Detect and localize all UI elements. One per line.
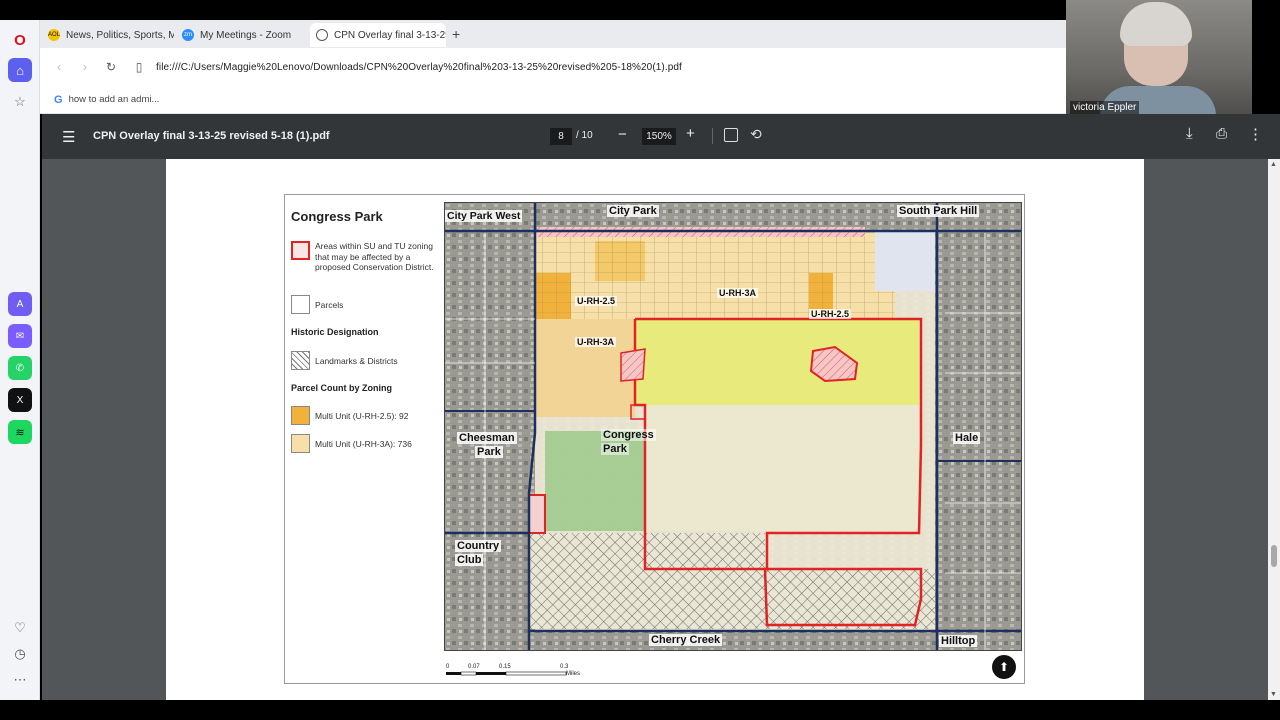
pdf-title: CPN Overlay final 3-13-25 revised 5-18 (…	[93, 130, 330, 142]
scale-bar: 0 0.07 0.15 0.3 Miles	[446, 664, 596, 685]
whatsapp-icon[interactable]: ✆	[8, 356, 32, 380]
label-city-park-west: City Park West	[445, 210, 523, 222]
zoom-icon: zm	[182, 29, 194, 41]
legend-heading: Historic Designation	[291, 327, 379, 337]
url-field[interactable]: file:///C:/Users/Maggie%20Lenovo/Downloa…	[156, 62, 682, 73]
toolbar-divider	[712, 128, 713, 144]
scroll-thumb[interactable]	[1271, 545, 1277, 567]
conservation-swatch	[291, 241, 310, 260]
label-hilltop: Hilltop	[939, 635, 978, 647]
zone-label: U-RH-2.5	[809, 309, 852, 319]
label-country: Country	[455, 540, 502, 552]
legend-text: Parcels	[315, 300, 344, 310]
legend-text: Landmarks & Districts	[315, 356, 398, 366]
menu-icon[interactable]: ☰	[62, 128, 75, 146]
fit-page-icon[interactable]	[724, 128, 738, 142]
tab-zoom[interactable]: zm My Meetings - Zoom	[176, 23, 306, 47]
legend-landmarks: Landmarks & Districts	[291, 351, 439, 370]
star-icon[interactable]: ☆	[8, 90, 32, 114]
zone-label: U-RH-3A	[575, 337, 616, 347]
label-cheesman-park: Park	[475, 446, 503, 458]
scale-tick: 0.15	[499, 664, 511, 670]
history-icon[interactable]: ◷	[8, 642, 32, 666]
tab-label: News, Politics, Sports, Ma	[66, 29, 174, 41]
label-congress-park: Park	[601, 443, 629, 455]
aol-icon: AOL	[48, 29, 60, 41]
google-icon: G	[54, 93, 63, 106]
more-dots-icon[interactable]: ⋯	[8, 668, 32, 692]
label-cherry-creek: Cherry Creek	[649, 634, 723, 646]
page-number-input[interactable]: 8	[550, 128, 572, 145]
legend-title: Congress Park	[291, 209, 383, 224]
legend-text: Areas within SU and TU zoning that may b…	[315, 241, 434, 273]
legend-text: Multi Unit (U-RH-3A): 736	[315, 439, 412, 449]
bottom-bar	[0, 700, 1280, 720]
legend-parcels: Parcels	[291, 295, 439, 314]
screen: O ⌂ ☆ A ✉ ✆ X ≋ ♡ ◷ ⋯ AOL News, Politics…	[0, 0, 1280, 720]
home-icon[interactable]: ⌂	[8, 58, 32, 82]
legend-rh3a: Multi Unit (U-RH-3A): 736	[291, 434, 439, 453]
tab-label: My Meetings - Zoom	[200, 29, 292, 41]
zone-label: U-RH-3A	[717, 288, 758, 298]
scale-tick: 0	[446, 664, 450, 670]
messenger-icon[interactable]: ✉	[8, 324, 32, 348]
legend-heading: Parcel Count by Zoning	[291, 383, 393, 393]
tab-news[interactable]: AOL News, Politics, Sports, Ma	[42, 23, 174, 47]
zoom-in-button[interactable]: +	[686, 125, 695, 142]
zone-label: U-RH-2.5	[575, 296, 618, 306]
pdf-scrollbar[interactable]: ▲ ▼	[1268, 159, 1280, 700]
more-options-icon[interactable]: ⋮	[1248, 125, 1263, 143]
zoning-map: City Park West City Park South Park Hill…	[444, 202, 1022, 651]
pdf-toolbar: ☰ CPN Overlay final 3-13-25 revised 5-18…	[42, 114, 1280, 159]
new-tab-button[interactable]: +	[452, 26, 460, 42]
download-icon[interactable]: ⤓	[1186, 125, 1193, 142]
reload-icon[interactable]: ↻	[98, 60, 124, 74]
scale-tick: 0.07	[468, 664, 480, 670]
map-legend: Congress Park Areas within SU and TU zon…	[291, 209, 441, 453]
bookmark-item[interactable]: how to add an admi...	[69, 94, 160, 105]
opera-logo-icon[interactable]: O	[8, 28, 32, 52]
legend-text: Multi Unit (U-RH-2.5): 92	[315, 411, 409, 421]
label-hale: Hale	[953, 432, 981, 444]
globe-icon	[316, 29, 328, 41]
tab-bar: AOL News, Politics, Sports, Ma zm My Mee…	[40, 20, 1066, 48]
label-city-park: City Park	[607, 205, 659, 217]
spotify-icon[interactable]: ≋	[8, 420, 32, 444]
opera-sidebar: O ⌂ ☆ A ✉ ✆ X ≋ ♡ ◷ ⋯	[0, 20, 40, 700]
bookmarks-bar: G how to add an admi...	[40, 86, 1066, 114]
print-icon[interactable]: ⎙	[1216, 125, 1227, 142]
address-bar: ‹ › ↻ ▯ file:///C:/Users/Maggie%20Lenovo…	[40, 48, 1066, 86]
forward-icon[interactable]: ›	[72, 60, 98, 74]
zoom-level-input[interactable]: 150%	[642, 128, 676, 145]
back-icon[interactable]: ‹	[46, 60, 72, 74]
label-congress: Congress	[601, 429, 656, 441]
x-icon[interactable]: X	[8, 388, 32, 412]
zoom-out-button[interactable]: −	[618, 126, 627, 143]
label-south-park-hill: South Park Hill	[897, 205, 980, 217]
tab-label: CPN Overlay final 3-13-25	[334, 29, 446, 41]
label-country-club: Club	[455, 554, 484, 566]
rotate-icon[interactable]: ⟲	[750, 126, 762, 143]
legend-rh25: Multi Unit (U-RH-2.5): 92	[291, 406, 439, 425]
scroll-down-icon[interactable]: ▼	[1270, 691, 1277, 698]
scroll-up-icon[interactable]: ▲	[1270, 161, 1277, 168]
aria-icon[interactable]: A	[8, 292, 32, 316]
scale-unit: Miles	[566, 671, 581, 677]
map-graphic	[445, 203, 1021, 650]
heart-icon[interactable]: ♡	[8, 616, 32, 640]
legend-conservation: Areas within SU and TU zoning that may b…	[291, 241, 439, 273]
rh3a-swatch	[291, 434, 310, 453]
participant-name: victoria Eppler	[1070, 101, 1140, 114]
rh25-swatch	[291, 406, 310, 425]
scale-tick: 0.3	[560, 664, 569, 670]
file-icon: ▯	[135, 60, 143, 74]
label-cheesman: Cheesman	[457, 432, 517, 444]
zoom-participant-video[interactable]: victoria Eppler	[1066, 0, 1252, 118]
tab-pdf[interactable]: CPN Overlay final 3-13-25	[310, 23, 446, 47]
north-arrow-icon: ⬆	[992, 655, 1016, 679]
parcels-swatch	[291, 295, 310, 314]
page-total: / 10	[576, 130, 593, 141]
landmarks-swatch	[291, 351, 310, 370]
